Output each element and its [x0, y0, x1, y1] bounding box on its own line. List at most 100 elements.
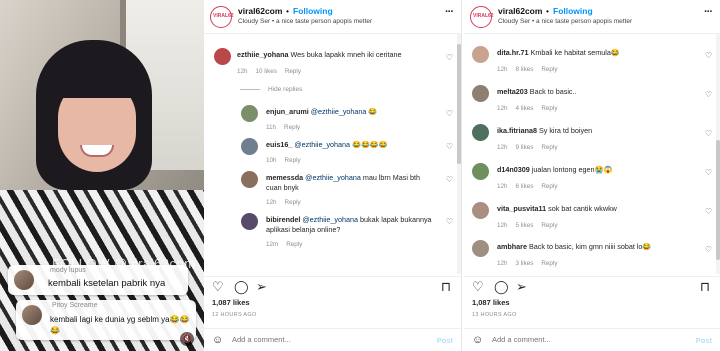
hide-replies-button[interactable]: Hide replies: [240, 86, 302, 93]
comments-scrollbar-thumb[interactable]: [716, 140, 720, 260]
comment-text: dita.hr.71 Kmbali ke habitat semula😂: [497, 48, 693, 58]
comment-username[interactable]: bibirendel: [266, 215, 300, 224]
comment-likes[interactable]: 5 likes: [516, 222, 534, 229]
post-comment-button[interactable]: Post: [437, 336, 453, 345]
comment-username[interactable]: ambhare: [497, 242, 527, 251]
comment-avatar[interactable]: [472, 85, 489, 102]
like-comment-icon[interactable]: ♡: [705, 168, 712, 177]
more-options-icon[interactable]: ···: [704, 6, 713, 18]
comment-text: memessda @ezthiie_yohana mau lbrn Masi b…: [266, 173, 436, 193]
sound-muted-icon[interactable]: 🔇: [180, 332, 194, 346]
account-username[interactable]: viral62com: [238, 6, 282, 16]
comment-likes[interactable]: 6 likes: [516, 183, 534, 190]
overlay-comment-user: Pitoy Screame: [52, 302, 98, 309]
reply-button[interactable]: Reply: [284, 124, 300, 131]
comment-avatar[interactable]: [472, 46, 489, 63]
comment-avatar[interactable]: [472, 202, 489, 219]
reply-button[interactable]: Reply: [541, 66, 557, 73]
comment-avatar[interactable]: [241, 105, 258, 122]
comment-avatar[interactable]: [472, 163, 489, 180]
comment-likes[interactable]: 9 likes: [516, 144, 534, 151]
comment-username[interactable]: vita_pusvita11: [497, 204, 546, 213]
like-heart-icon[interactable]: ♡: [212, 280, 224, 294]
comment-avatar[interactable]: [214, 48, 231, 65]
comment-avatar[interactable]: [241, 213, 258, 230]
comment-username[interactable]: memessda: [266, 173, 303, 182]
comment-meta: 12h 6 likes Reply: [497, 183, 565, 190]
reply-button[interactable]: Reply: [286, 241, 302, 248]
comment-username[interactable]: melta203: [497, 87, 528, 96]
likes-count[interactable]: 1,087 likes: [472, 298, 510, 307]
comment-username[interactable]: d14n0309: [497, 165, 530, 174]
comment-body: sok bat cantik wkwkw: [548, 204, 617, 213]
share-paper-plane-icon[interactable]: ➢: [516, 280, 527, 294]
more-options-icon[interactable]: ···: [445, 6, 454, 18]
comment-mention[interactable]: @ezthiie_yohana: [294, 140, 350, 149]
reply-button[interactable]: Reply: [285, 68, 301, 75]
reply-button[interactable]: Reply: [541, 222, 557, 229]
comment-meta: 12h 9 likes Reply: [497, 144, 565, 151]
account-avatar[interactable]: VIRAL62: [210, 6, 234, 28]
like-heart-icon[interactable]: ♡: [472, 280, 484, 294]
comment-body: Kmbali ke habitat semula😂: [530, 48, 620, 57]
video-media[interactable]: FOLLOW @viral62com mody lupus kembali ks…: [0, 0, 204, 351]
reply-button[interactable]: Reply: [541, 105, 557, 112]
post-actions: ♡ ◯ ➢ ⊓: [464, 276, 720, 296]
comment-username[interactable]: enjun_arumi: [266, 107, 309, 116]
comment-bubble-icon[interactable]: ◯: [234, 280, 249, 294]
reply-button[interactable]: Reply: [541, 183, 557, 190]
like-comment-icon[interactable]: ♡: [446, 217, 453, 226]
add-comment-input[interactable]: [232, 335, 412, 344]
comment-mention[interactable]: @ezthiie_yohana: [302, 215, 358, 224]
likes-count[interactable]: 1,087 likes: [212, 298, 250, 307]
bookmark-icon[interactable]: ⊓: [441, 280, 451, 294]
comment-username[interactable]: ezthiie_yohana: [237, 50, 289, 59]
comment-text: ambhare Back to basic, kim gmn niiii sob…: [497, 242, 693, 252]
comment-likes[interactable]: 3 likes: [516, 260, 534, 267]
like-comment-icon[interactable]: ♡: [705, 245, 712, 254]
comment-likes[interactable]: 4 likes: [516, 105, 534, 112]
comment-username[interactable]: ika.fitriana8: [497, 126, 537, 135]
comment-bubble-icon[interactable]: ◯: [494, 280, 509, 294]
add-comment-input[interactable]: [492, 335, 672, 344]
account-avatar[interactable]: VIRAL62: [470, 6, 494, 28]
person-bangs: [50, 62, 142, 98]
like-comment-icon[interactable]: ♡: [705, 207, 712, 216]
following-button[interactable]: Following: [293, 6, 333, 16]
account-username[interactable]: viral62com: [498, 6, 542, 16]
like-comment-icon[interactable]: ♡: [446, 142, 453, 151]
comment-mention[interactable]: @ezthiie_yohana: [311, 107, 367, 116]
like-comment-icon[interactable]: ♡: [446, 175, 453, 184]
comments-scrollbar-thumb[interactable]: [457, 44, 461, 164]
comment-time: 12h: [266, 199, 277, 206]
like-comment-icon[interactable]: ♡: [705, 90, 712, 99]
comment-time: 12h: [497, 144, 508, 151]
comment-meta: 12h 8 likes Reply: [497, 66, 565, 73]
overlay-comment: Pitoy Screame kembali lagi ke dunia yg s…: [16, 300, 196, 340]
reply-button[interactable]: Reply: [285, 157, 301, 164]
comment-likes[interactable]: 8 likes: [516, 66, 534, 73]
comment-username[interactable]: euis16_: [266, 140, 292, 149]
post-comment-button[interactable]: Post: [696, 336, 712, 345]
comment-likes[interactable]: 10 likes: [256, 68, 277, 75]
comment-avatar[interactable]: [472, 240, 489, 257]
comment-avatar[interactable]: [472, 124, 489, 141]
bookmark-icon[interactable]: ⊓: [700, 280, 710, 294]
comment-avatar[interactable]: [241, 171, 258, 188]
emoji-icon[interactable]: ☺: [472, 334, 483, 346]
reply-button[interactable]: Reply: [541, 144, 557, 151]
like-comment-icon[interactable]: ♡: [705, 129, 712, 138]
emoji-icon[interactable]: ☺: [212, 334, 223, 346]
following-button[interactable]: Following: [553, 6, 593, 16]
like-comment-icon[interactable]: ♡: [446, 53, 453, 62]
post-timestamp: 12 HOURS AGO: [212, 312, 257, 318]
comment-text: d14n0309 jualan lontong egen😭😱: [497, 165, 693, 175]
comment-mention[interactable]: @ezthiie_yohana: [305, 173, 361, 182]
comment-avatar[interactable]: [241, 138, 258, 155]
like-comment-icon[interactable]: ♡: [446, 109, 453, 118]
comment-username[interactable]: dita.hr.71: [497, 48, 529, 57]
reply-button[interactable]: Reply: [285, 199, 301, 206]
share-paper-plane-icon[interactable]: ➢: [256, 280, 267, 294]
reply-button[interactable]: Reply: [541, 260, 557, 267]
like-comment-icon[interactable]: ♡: [705, 51, 712, 60]
